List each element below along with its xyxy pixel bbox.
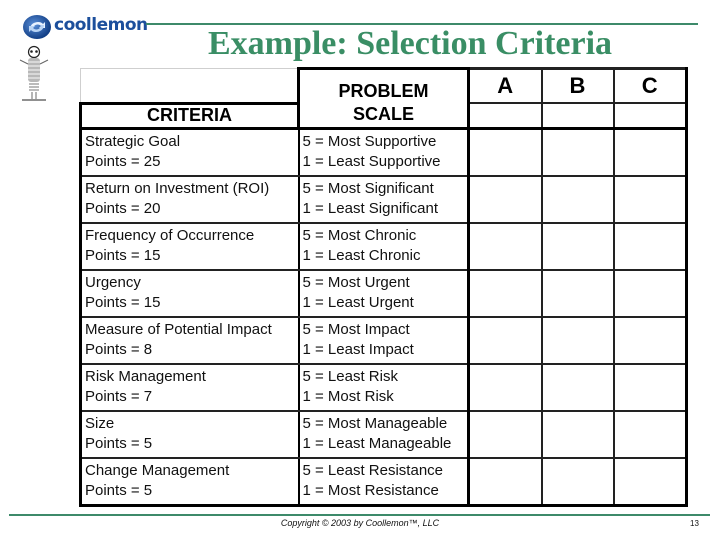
header-problem: PROBLEM xyxy=(297,67,470,103)
scale-low: 1 = Least Impact xyxy=(302,341,414,358)
criterion-cell: Risk Management Points = 7 xyxy=(79,363,300,412)
scale-cell: 5 = Most Significant 1 = Least Significan… xyxy=(298,175,470,224)
score-cell-b[interactable] xyxy=(540,127,615,177)
scale-high: 5 = Most Chronic xyxy=(302,227,417,244)
criterion-points: Points = 20 xyxy=(85,200,161,217)
table-row: Change Management Points = 5 5 = Least Re… xyxy=(79,456,688,507)
score-cell-c[interactable] xyxy=(612,174,688,224)
scale-cell: 5 = Least Resistance 1 = Most Resistance xyxy=(298,457,470,507)
scale-high: 5 = Least Risk xyxy=(302,368,398,385)
criterion-cell: Frequency of Occurrence Points = 15 xyxy=(79,222,300,271)
score-cell-a[interactable] xyxy=(467,268,543,318)
score-cell-a[interactable] xyxy=(467,409,543,459)
scale-high: 5 = Most Supportive xyxy=(302,133,437,150)
header-candidate-a: A xyxy=(467,67,543,104)
scale-cell: 5 = Most Manageable 1 = Least Manageable xyxy=(298,410,470,459)
header-blank-cell xyxy=(80,68,299,105)
scale-high: 5 = Most Significant xyxy=(302,180,434,197)
criterion-name: Size xyxy=(85,415,115,432)
scale-high: 5 = Most Manageable xyxy=(302,415,448,432)
page-number: 13 xyxy=(690,519,699,528)
criterion-cell: Urgency Points = 15 xyxy=(79,269,300,318)
score-cell-c[interactable] xyxy=(612,362,688,412)
table-row: Urgency Points = 15 5 = Most Urgent 1 = Le… xyxy=(79,268,688,318)
score-cell-c[interactable] xyxy=(612,221,688,271)
score-cell-c[interactable] xyxy=(612,268,688,318)
criterion-cell: Strategic Goal Points = 25 xyxy=(79,128,300,177)
score-cell-a[interactable] xyxy=(467,221,543,271)
header-candidate-b: B xyxy=(540,67,615,104)
scale-high: 5 = Most Urgent xyxy=(302,274,410,291)
score-cell-a[interactable] xyxy=(467,174,543,224)
criterion-cell: Return on Investment (ROI) Points = 20 xyxy=(79,175,300,224)
scale-cell: 5 = Least Risk 1 = Most Risk xyxy=(298,363,470,412)
criterion-points: Points = 15 xyxy=(85,294,161,311)
criterion-name: Measure of Potential Impact xyxy=(85,321,272,338)
score-cell-c[interactable] xyxy=(612,456,688,507)
scale-low: 1 = Least Significant xyxy=(302,200,439,217)
slide-title: Example: Selection Criteria xyxy=(207,25,613,62)
header-scale: SCALE xyxy=(298,103,470,130)
scale-cell: 5 = Most Supportive 1 = Least Supportive xyxy=(298,128,470,177)
table-row: Risk Management Points = 7 5 = Least Risk… xyxy=(79,362,688,412)
scale-cell: 5 = Most Chronic 1 = Least Chronic xyxy=(298,222,470,271)
scale-low: 1 = Most Risk xyxy=(302,388,394,405)
footer-divider xyxy=(9,514,710,516)
criterion-points: Points = 15 xyxy=(85,247,161,264)
score-cell-b[interactable] xyxy=(540,315,615,365)
header-row-bottom: CRITERIA SCALE xyxy=(79,102,688,130)
criterion-name: Risk Management xyxy=(85,368,206,385)
criterion-cell: Change Management Points = 5 xyxy=(79,457,300,507)
criterion-cell: Measure of Potential Impact Points = 8 xyxy=(79,316,300,365)
score-cell-b[interactable] xyxy=(540,362,615,412)
table-row: Measure of Potential Impact Points = 8 5 … xyxy=(79,315,688,365)
header-empty-c xyxy=(612,102,688,130)
header-criteria: CRITERIA xyxy=(79,103,300,130)
score-cell-b[interactable] xyxy=(540,221,615,271)
header-row-top: PROBLEM A B C xyxy=(80,67,688,105)
criterion-name: Change Management xyxy=(85,462,230,479)
criterion-name: Return on Investment (ROI) xyxy=(85,180,270,197)
criterion-name: Urgency xyxy=(85,274,141,291)
table-row: Size Points = 5 5 = Most Manageable 1 = Le… xyxy=(79,409,688,459)
score-cell-b[interactable] xyxy=(540,174,615,224)
scale-low: 1 = Least Supportive xyxy=(302,153,441,170)
header-candidate-c: C xyxy=(612,67,688,104)
criterion-points: Points = 7 xyxy=(85,388,153,405)
table-row: Strategic Goal Points = 25 5 = Most Suppo… xyxy=(79,127,688,177)
header-empty-a xyxy=(467,102,543,130)
criterion-name: Strategic Goal xyxy=(85,133,181,150)
score-cell-b[interactable] xyxy=(540,409,615,459)
scale-low: 1 = Least Urgent xyxy=(302,294,414,311)
score-cell-a[interactable] xyxy=(467,362,543,412)
criterion-points: Points = 5 xyxy=(85,435,153,452)
criterion-name: Frequency of Occurrence xyxy=(85,227,255,244)
score-cell-a[interactable] xyxy=(467,127,543,177)
scale-low: 1 = Most Resistance xyxy=(302,482,439,499)
scale-high: 5 = Least Resistance xyxy=(302,462,444,479)
score-cell-c[interactable] xyxy=(612,127,688,177)
table-row: Return on Investment (ROI) Points = 20 5 … xyxy=(79,174,688,224)
score-cell-b[interactable] xyxy=(540,268,615,318)
scale-cell: 5 = Most Urgent 1 = Least Urgent xyxy=(298,269,470,318)
score-cell-c[interactable] xyxy=(612,315,688,365)
criterion-cell: Size Points = 5 xyxy=(79,410,300,459)
score-cell-a[interactable] xyxy=(467,315,543,365)
score-cell-a[interactable] xyxy=(467,456,543,507)
criterion-points: Points = 8 xyxy=(85,341,153,358)
score-cell-c[interactable] xyxy=(612,409,688,459)
scale-low: 1 = Least Manageable xyxy=(302,435,452,452)
table-row: Frequency of Occurrence Points = 15 5 = M… xyxy=(79,221,688,271)
footer-copyright: Copyright © 2003 by Coollemon™, LLC xyxy=(280,518,440,528)
scale-low: 1 = Least Chronic xyxy=(302,247,421,264)
criterion-points: Points = 25 xyxy=(85,153,161,170)
selection-criteria-table: PROBLEM A B C CRITERIA SCALE Strategic G… xyxy=(79,67,688,507)
criterion-points: Points = 5 xyxy=(85,482,153,499)
header-empty-b xyxy=(540,102,615,130)
scale-high: 5 = Most Impact xyxy=(302,321,410,338)
score-cell-b[interactable] xyxy=(540,456,615,507)
scale-cell: 5 = Most Impact 1 = Least Impact xyxy=(298,316,470,365)
